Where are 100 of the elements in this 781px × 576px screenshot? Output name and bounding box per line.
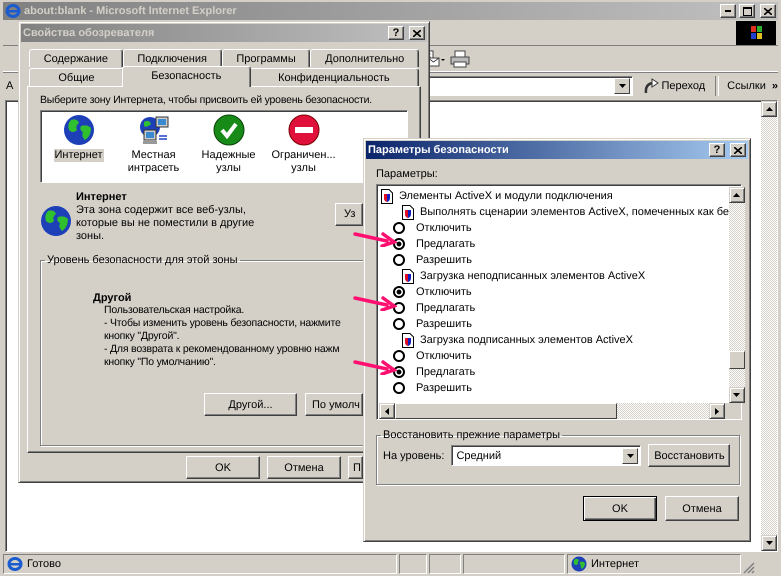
dialog-button[interactable]: OK [583, 496, 657, 521]
browser-icon [7, 556, 23, 572]
close-icon [734, 146, 742, 154]
globe-icon [62, 114, 94, 146]
browser-icon [5, 3, 21, 19]
radio-button[interactable] [393, 254, 405, 266]
scroll-left-button[interactable] [379, 403, 395, 419]
zone-label[interactable]: Ограничен... узлы [270, 149, 336, 175]
up-arrow-icon [733, 193, 740, 197]
option-label[interactable]: Разрешить [416, 254, 472, 266]
level-description: - Для возврата к рекомендованному уровню нажм [104, 343, 340, 356]
level-dropdown[interactable]: Средний [451, 445, 642, 466]
radio-button[interactable] [393, 366, 405, 378]
zone-text: Интернет [591, 558, 639, 570]
level-label: На уровень: [383, 450, 444, 462]
custom-level-button[interactable]: Другой... [204, 393, 297, 416]
document-icon [402, 204, 414, 220]
network-computers-icon [138, 114, 170, 146]
status-text: Готово [27, 558, 61, 570]
tab[interactable]: Общие [29, 68, 124, 86]
tab[interactable]: Дополнительно [310, 49, 419, 67]
option-label[interactable]: Отключить [416, 222, 472, 234]
radio-button[interactable] [393, 382, 405, 394]
tab[interactable]: Программы [222, 49, 310, 67]
tab[interactable]: Подключения [122, 49, 222, 67]
go-button[interactable]: Переход [637, 75, 712, 97]
caret-icon [618, 84, 626, 88]
document-icon [381, 188, 393, 204]
address-label: А [5, 80, 14, 92]
scroll-right-button[interactable] [709, 403, 725, 419]
cancel-button[interactable]: Отмена [267, 456, 341, 479]
radio-button[interactable] [393, 318, 405, 330]
option-label[interactable]: Предлагать [416, 302, 476, 314]
level-name: Другой [93, 292, 132, 304]
scrollbar[interactable] [761, 101, 777, 551]
reset-button[interactable]: Восстановить [648, 444, 730, 467]
dialog-title: Свойства обозревателя [23, 27, 154, 39]
printer-icon [450, 50, 470, 68]
window-title: about:blank - Microsoft Internet Explorer [24, 5, 237, 17]
option-label[interactable]: Разрешить [416, 318, 472, 330]
group-label: Восстановить прежние параметры [382, 429, 561, 441]
curved-arrow-icon [643, 78, 660, 94]
links-label[interactable]: Ссылки [723, 80, 766, 92]
tree-item-label[interactable]: Загрузка неподписанных элементов ActiveX [420, 270, 646, 282]
radio-button[interactable] [393, 302, 405, 314]
option-label[interactable]: Предлагать [416, 366, 476, 378]
document-icon [402, 332, 414, 348]
scroll-up-button[interactable] [761, 101, 777, 117]
option-label[interactable]: Отключить [416, 286, 472, 298]
tree-item-label[interactable]: Элементы ActiveX и модули подключения [399, 190, 613, 202]
dialog-button[interactable]: Отмена [665, 496, 739, 521]
level-description: Пользовательская настройка. [104, 304, 244, 318]
up-arrow-icon [766, 107, 772, 111]
radio-button[interactable] [393, 286, 405, 298]
scrollbar[interactable] [728, 187, 745, 403]
dropdown-button[interactable] [614, 78, 630, 94]
maximize-icon [742, 6, 752, 16]
dropdown-button[interactable] [622, 448, 638, 464]
group-label: Уровень безопасности для этой зоны [46, 254, 238, 266]
tab[interactable]: Конфиденциальность [248, 68, 419, 86]
more-chevron[interactable]: » [772, 80, 778, 92]
help-button[interactable]: ? [709, 143, 725, 157]
zone-name: Интернет [76, 190, 127, 204]
option-label[interactable]: Отключить [416, 350, 472, 362]
radio-button[interactable] [393, 238, 405, 250]
tab[interactable]: Безопасность [122, 66, 251, 87]
scrollbar-corner [725, 403, 741, 419]
right-arrow-icon [715, 408, 719, 414]
level-description: кнопку "По умолчанию". [104, 356, 216, 370]
apply-button[interactable]: П [348, 456, 363, 479]
sites-button[interactable]: Уз [335, 202, 363, 226]
zone-description: которые вы не поместили в другие [76, 216, 254, 230]
level-description: кнопку "Другой". [104, 330, 180, 344]
print-button[interactable] [450, 48, 470, 70]
close-button[interactable] [730, 143, 746, 157]
flag-logo-icon [736, 20, 776, 44]
option-label[interactable]: Разрешить [416, 382, 472, 394]
scroll-down-button[interactable] [728, 387, 745, 403]
down-arrow-icon [733, 393, 740, 397]
scroll-thumb[interactable] [728, 351, 745, 369]
zone-label[interactable]: Интернет [54, 149, 104, 162]
radio-button[interactable] [393, 350, 405, 362]
document-icon [402, 268, 414, 284]
minimize-icon [725, 10, 731, 12]
tree-item-label[interactable]: Загрузка подписанных элементов ActiveX [420, 334, 634, 346]
scroll-up-button[interactable] [728, 187, 745, 203]
tab[interactable]: Содержание [29, 49, 123, 67]
tree-item-label[interactable]: Выполнять сценарии элементов ActiveX, помеченных как бе [420, 206, 729, 218]
zone-label[interactable]: Надежные узлы [196, 149, 262, 175]
default-level-button[interactable]: По умолч [305, 393, 363, 416]
zone-label[interactable]: Местная интрасеть [120, 149, 186, 175]
ok-button[interactable]: OK [186, 456, 260, 479]
check-circle-icon [212, 114, 244, 146]
scrollbar[interactable] [379, 403, 741, 419]
radio-button[interactable] [393, 222, 405, 234]
option-label[interactable]: Предлагать [416, 238, 476, 250]
no-entry-icon [288, 114, 320, 146]
scroll-down-button[interactable] [761, 535, 777, 551]
scroll-thumb[interactable] [395, 403, 617, 419]
list-label: Параметры: [376, 168, 439, 180]
